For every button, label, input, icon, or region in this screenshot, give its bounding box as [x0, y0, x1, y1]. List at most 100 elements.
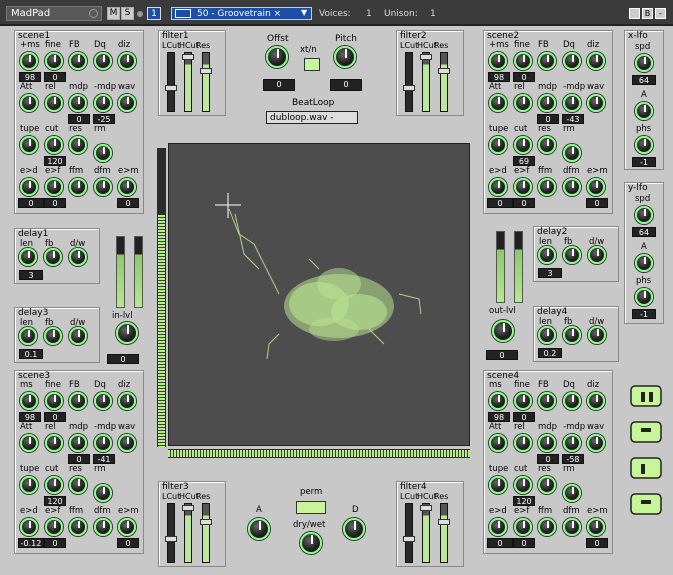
filter4-slider-0[interactable]	[405, 503, 413, 563]
delay4-knob-1[interactable]	[563, 326, 581, 344]
delay3-knob-1[interactable]	[44, 327, 62, 345]
scene1-row1-knob-0[interactable]	[20, 52, 38, 70]
scene3-row3-knob-3[interactable]	[94, 484, 112, 502]
delay1-knob-2[interactable]	[69, 248, 87, 266]
scene4-ef-value[interactable]: 0	[513, 538, 535, 548]
delay4-knob-2[interactable]	[588, 326, 606, 344]
scene3-row2-knob-1[interactable]	[45, 434, 63, 452]
filter1-slider-2[interactable]	[202, 52, 210, 112]
scene3-row4-knob-0[interactable]	[20, 518, 38, 536]
filter3-res-handle[interactable]	[200, 519, 212, 525]
scene2-row1-knob-0[interactable]	[489, 52, 507, 70]
ylfo-a-knob[interactable]	[635, 254, 653, 272]
scene2-row4-knob-1[interactable]	[514, 178, 532, 196]
a-knob[interactable]	[248, 518, 270, 540]
scene4-row1-knob-3[interactable]	[563, 392, 581, 410]
filter2-slider-1[interactable]	[422, 52, 430, 112]
power-icon[interactable]	[89, 9, 98, 18]
scene2-cut-value[interactable]: 69	[513, 156, 535, 166]
scene4-row2-knob-2[interactable]	[538, 434, 556, 452]
scene1-row3-knob-3[interactable]	[94, 144, 112, 162]
scene4-row2-knob-3[interactable]	[563, 434, 581, 452]
scene3-row2-knob-2[interactable]	[69, 434, 87, 452]
chevron-down-icon[interactable]: ▼	[301, 8, 307, 17]
scene4-row2-knob-4[interactable]	[587, 434, 605, 452]
scene3-row2-value-0[interactable]: 0	[68, 454, 90, 464]
scene2-row1-value-0[interactable]: 98	[488, 72, 510, 82]
scene1-row4-knob-1[interactable]	[45, 178, 63, 196]
scene2-row2-knob-3[interactable]	[563, 94, 581, 112]
scene4-row3-knob-2[interactable]	[538, 476, 556, 494]
offst-knob[interactable]	[266, 46, 288, 68]
xlfo-phs-knob[interactable]	[635, 136, 653, 154]
in-lvl-knob[interactable]	[116, 322, 138, 344]
ylfo-spd-knob[interactable]	[635, 206, 653, 224]
scene1-row4-knob-4[interactable]	[118, 178, 136, 196]
scene2-row3-knob-3[interactable]	[563, 144, 581, 162]
filter3-slider-1[interactable]	[184, 503, 192, 563]
scene4-row4-knob-3[interactable]	[563, 518, 581, 536]
filter2-lcut-handle[interactable]	[403, 85, 415, 91]
xlfo-phs-value[interactable]: -1	[632, 157, 656, 167]
delay2-knob-1[interactable]	[563, 246, 581, 264]
scene2-row2-knob-1[interactable]	[514, 94, 532, 112]
scene4-row4-knob-1[interactable]	[514, 518, 532, 536]
scene1-ed-value[interactable]: 0	[18, 198, 44, 208]
ylfo-phs-value[interactable]: -1	[632, 309, 656, 319]
filter1-res-handle[interactable]	[200, 68, 212, 74]
ylfo-phs-knob[interactable]	[635, 288, 653, 306]
filter4-slider-1[interactable]	[422, 503, 430, 563]
xy-pad[interactable]	[168, 143, 470, 446]
scene3-row2-value-1[interactable]: -41	[93, 454, 115, 464]
delay2-knob-0[interactable]	[538, 246, 556, 264]
scene1-row3-knob-2[interactable]	[69, 136, 87, 154]
delay1-knob-1[interactable]	[44, 248, 62, 266]
scene1-row2-knob-3[interactable]	[94, 94, 112, 112]
scene2-row2-value-0[interactable]: 0	[537, 114, 559, 124]
scene1-cut-value[interactable]: 120	[44, 156, 66, 166]
d-knob[interactable]	[343, 518, 365, 540]
filter4-slider-2[interactable]	[440, 503, 448, 563]
scene4-row2-knob-1[interactable]	[514, 434, 532, 452]
scene2-row3-knob-0[interactable]	[489, 136, 507, 154]
delay4-len-value[interactable]: 0.2	[538, 348, 562, 358]
filter3-hcut-handle[interactable]	[182, 505, 194, 511]
scene2-ef-value[interactable]: 0	[513, 198, 535, 208]
filter4-lcut-handle[interactable]	[403, 536, 415, 542]
scene1-row1-value-0[interactable]: 98	[19, 72, 41, 82]
scene1-em-value[interactable]: 0	[117, 198, 139, 208]
delay4-knob-0[interactable]	[538, 326, 556, 344]
preset-selector[interactable]: 50 - Groovetrain ×	[171, 7, 312, 20]
xlfo-spd-knob[interactable]	[635, 54, 653, 72]
scene3-row1-knob-4[interactable]	[118, 392, 136, 410]
scene4-row3-knob-3[interactable]	[563, 484, 581, 502]
out-lvl-value[interactable]: 0	[486, 350, 518, 360]
filter2-hcut-handle[interactable]	[420, 54, 432, 60]
pitch-knob[interactable]	[334, 46, 356, 68]
scene1-row2-knob-0[interactable]	[20, 94, 38, 112]
scene4-row3-knob-1[interactable]	[514, 476, 532, 494]
scene2-row2-value-1[interactable]: -43	[562, 114, 584, 124]
scene1-ef-value[interactable]: 0	[44, 198, 66, 208]
solo-button[interactable]: S	[121, 7, 134, 20]
beatloop-file-select[interactable]: dubloop.wav -	[266, 111, 358, 124]
scene4-row1-knob-2[interactable]	[538, 392, 556, 410]
scene2-row3-knob-2[interactable]	[538, 136, 556, 154]
scene3-row1-knob-1[interactable]	[45, 392, 63, 410]
filter2-res-handle[interactable]	[438, 68, 450, 74]
perm-toggle[interactable]	[296, 501, 326, 514]
pitch-value[interactable]: 0	[330, 79, 362, 91]
filter3-slider-2[interactable]	[202, 503, 210, 563]
scene2-row3-knob-1[interactable]	[514, 136, 532, 154]
scene4-cut-value[interactable]: 120	[513, 496, 535, 506]
scene3-row2-knob-0[interactable]	[20, 434, 38, 452]
scene3-row2-knob-4[interactable]	[118, 434, 136, 452]
scene1-row1-knob-2[interactable]	[69, 52, 87, 70]
scene3-cut-value[interactable]: 120	[44, 496, 66, 506]
scene2-row1-knob-3[interactable]	[563, 52, 581, 70]
scene2-em-value[interactable]: 0	[586, 198, 608, 208]
scene3-row1-value-0[interactable]: 98	[19, 412, 41, 422]
scene3-row1-knob-0[interactable]	[20, 392, 38, 410]
scene4-row4-knob-4[interactable]	[587, 518, 605, 536]
scene3-row1-knob-2[interactable]	[69, 392, 87, 410]
